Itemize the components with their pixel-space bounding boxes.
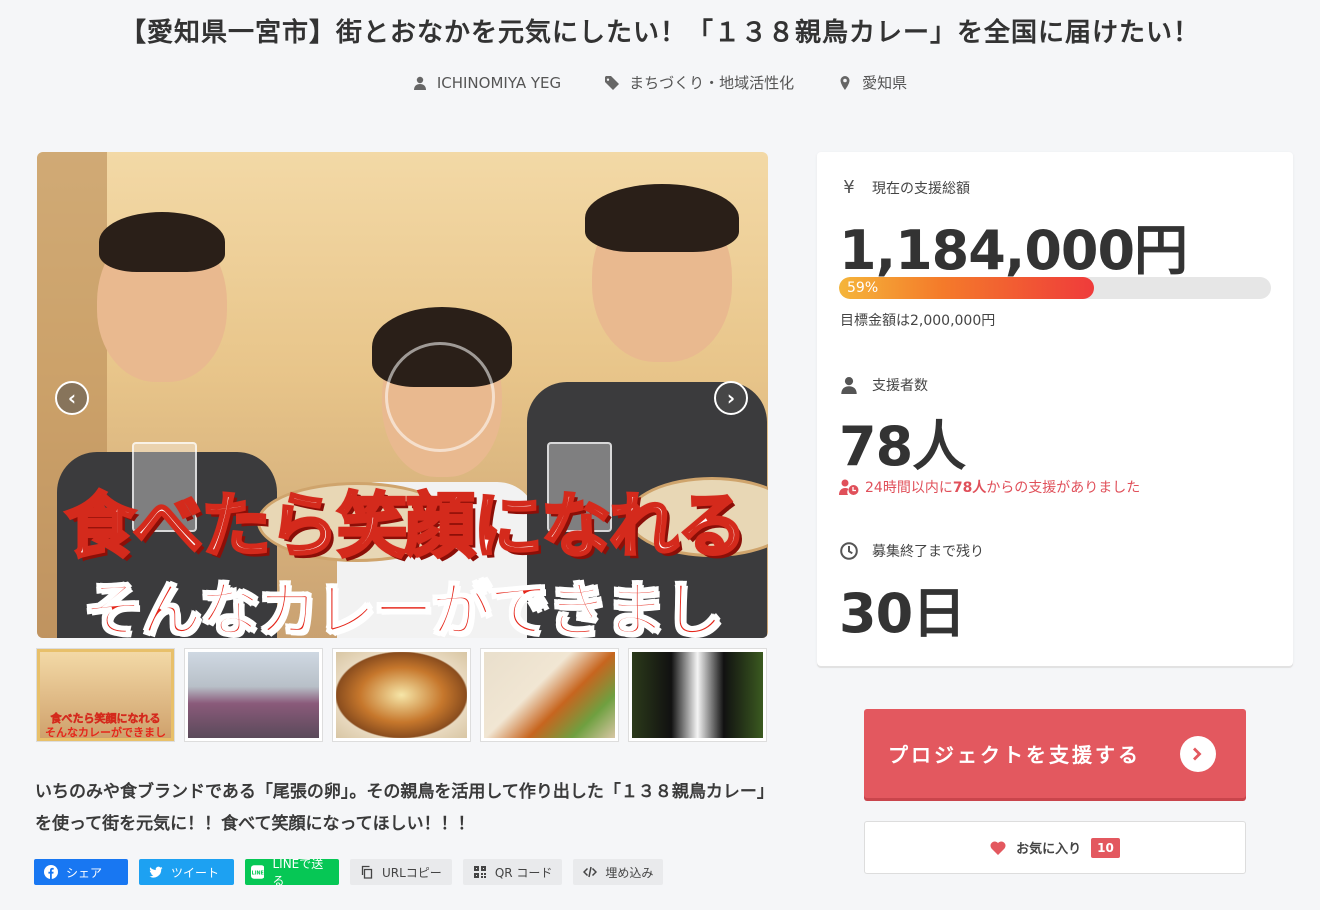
supporters-value: 78人 bbox=[839, 415, 966, 478]
amount-label: 現在の支援総額 bbox=[872, 180, 970, 197]
recent-count: 78人 bbox=[952, 480, 987, 496]
meta-location[interactable]: 愛知県 bbox=[838, 72, 907, 93]
url-copy-button[interactable]: URLコピー bbox=[350, 859, 452, 885]
goal-amount: 目標金額は2,000,000円 bbox=[840, 313, 996, 329]
amount-label-row: ¥ 現在の支援総額 bbox=[840, 177, 970, 198]
line-icon: LINE bbox=[251, 865, 265, 879]
embed-label: 埋め込み bbox=[605, 865, 654, 880]
location-name: 愛知県 bbox=[862, 74, 908, 92]
user-icon bbox=[841, 377, 857, 394]
slider-next-button[interactable]: › bbox=[714, 381, 748, 415]
remaining-label-row: 募集終了まで残り bbox=[840, 541, 984, 561]
recent-prefix: 24時間以内に bbox=[865, 480, 953, 496]
support-project-button[interactable]: プロジェクトを支援する bbox=[864, 709, 1246, 798]
favorite-label: お気に入り bbox=[1016, 842, 1082, 857]
thumbnail-strip: 食べたら笑顔になれる そんなカレーができました！ bbox=[37, 649, 766, 741]
heart-icon bbox=[990, 840, 1006, 855]
favorite-count-badge: 10 bbox=[1091, 837, 1120, 858]
code-icon bbox=[583, 866, 598, 878]
thumbnail-2[interactable] bbox=[185, 649, 322, 741]
qr-code-label: QR コード bbox=[494, 865, 553, 880]
arrow-right-circle-icon bbox=[1180, 735, 1216, 772]
thumbnail-caption: そんなカレーができました！ bbox=[45, 726, 166, 739]
progress-percent: 59% bbox=[847, 280, 879, 296]
qr-code-icon bbox=[473, 866, 486, 878]
user-clock-icon bbox=[839, 479, 859, 495]
thumbnail-4[interactable] bbox=[481, 649, 618, 741]
progress-fill: 59% bbox=[839, 277, 1094, 299]
owner-name: ICHINOMIYA YEG bbox=[436, 73, 562, 92]
recent-support-notice: 24時間以内に78人からの支援がありました bbox=[839, 477, 1140, 497]
line-share-label: LINEで送る bbox=[272, 857, 324, 888]
twitter-icon bbox=[149, 866, 163, 878]
svg-text:LINE: LINE bbox=[252, 870, 264, 876]
user-icon bbox=[413, 76, 426, 90]
main-image-slider[interactable]: 食べたら笑顔になれる そんなカレーができました！ ‹ › bbox=[37, 152, 768, 638]
chevron-left-icon: ‹ bbox=[67, 386, 77, 410]
hero-caption-line1: 食べたら笑顔になれる bbox=[64, 484, 749, 569]
facebook-share-label: シェア bbox=[66, 865, 103, 880]
twitter-share-button[interactable]: ツイート bbox=[139, 859, 234, 885]
thumbnail-3[interactable] bbox=[333, 649, 470, 741]
support-button-label: プロジェクトを支援する bbox=[888, 743, 1141, 767]
thumbnail-5[interactable] bbox=[629, 649, 766, 741]
twitter-share-label: ツイート bbox=[171, 865, 220, 880]
hero-caption-line2: そんなカレーができました！ bbox=[83, 575, 725, 638]
project-title: 【愛知県一宮市】街とおなかを元気にしたい！「１３８親鳥カレー」を全国に届けたい！ bbox=[119, 18, 1200, 48]
qr-code-button[interactable]: QR コード bbox=[462, 859, 563, 885]
supporters-label: 支援者数 bbox=[872, 378, 928, 394]
tag-icon bbox=[605, 75, 620, 90]
map-pin-icon bbox=[840, 75, 850, 90]
supporters-label-row: 支援者数 bbox=[840, 375, 928, 395]
chevron-right-icon: › bbox=[726, 386, 736, 410]
remaining-value: 30日 bbox=[839, 582, 966, 645]
facebook-share-button[interactable]: シェア bbox=[34, 859, 128, 885]
category-name: まちづくり・地域活性化 bbox=[629, 74, 795, 92]
project-description: いちのみや食ブランドである「尾張の卵」。その親鳥を活用して作り出した「１３８親鳥… bbox=[35, 782, 774, 834]
url-copy-label: URLコピー bbox=[382, 865, 442, 880]
amount-value: 1,184,000円 bbox=[839, 219, 1188, 282]
line-share-button[interactable]: LINE LINEで送る bbox=[245, 857, 339, 888]
favorite-button[interactable]: お気に入り 10 bbox=[864, 821, 1246, 874]
share-bar: シェア ツイート LINE LINEで送る URLコピー QR コード 埋め込み bbox=[34, 857, 664, 888]
copy-icon bbox=[361, 865, 373, 879]
facebook-icon bbox=[44, 865, 58, 879]
slider-prev-button[interactable]: ‹ bbox=[55, 381, 89, 415]
meta-owner[interactable]: ICHINOMIYA YEG bbox=[413, 72, 561, 93]
clock-icon bbox=[840, 542, 858, 560]
remaining-label: 募集終了まで残り bbox=[872, 544, 984, 560]
yen-icon: ¥ bbox=[843, 177, 855, 198]
recent-suffix: からの支援がありました bbox=[986, 480, 1141, 496]
project-meta: ICHINOMIYA YEG まちづくり・地域活性化 愛知県 bbox=[0, 72, 1320, 93]
thumbnail-1[interactable]: 食べたら笑顔になれる そんなカレーができました！ bbox=[37, 649, 174, 741]
funding-stats-card: ¥ 現在の支援総額 1,184,000円 59% 目標金額は2,000,000円… bbox=[817, 152, 1293, 666]
embed-button[interactable]: 埋め込み bbox=[573, 859, 664, 885]
meta-category[interactable]: まちづくり・地域活性化 bbox=[605, 72, 794, 93]
focus-ring bbox=[385, 342, 495, 452]
funding-progress-bar: 59% bbox=[839, 277, 1271, 299]
